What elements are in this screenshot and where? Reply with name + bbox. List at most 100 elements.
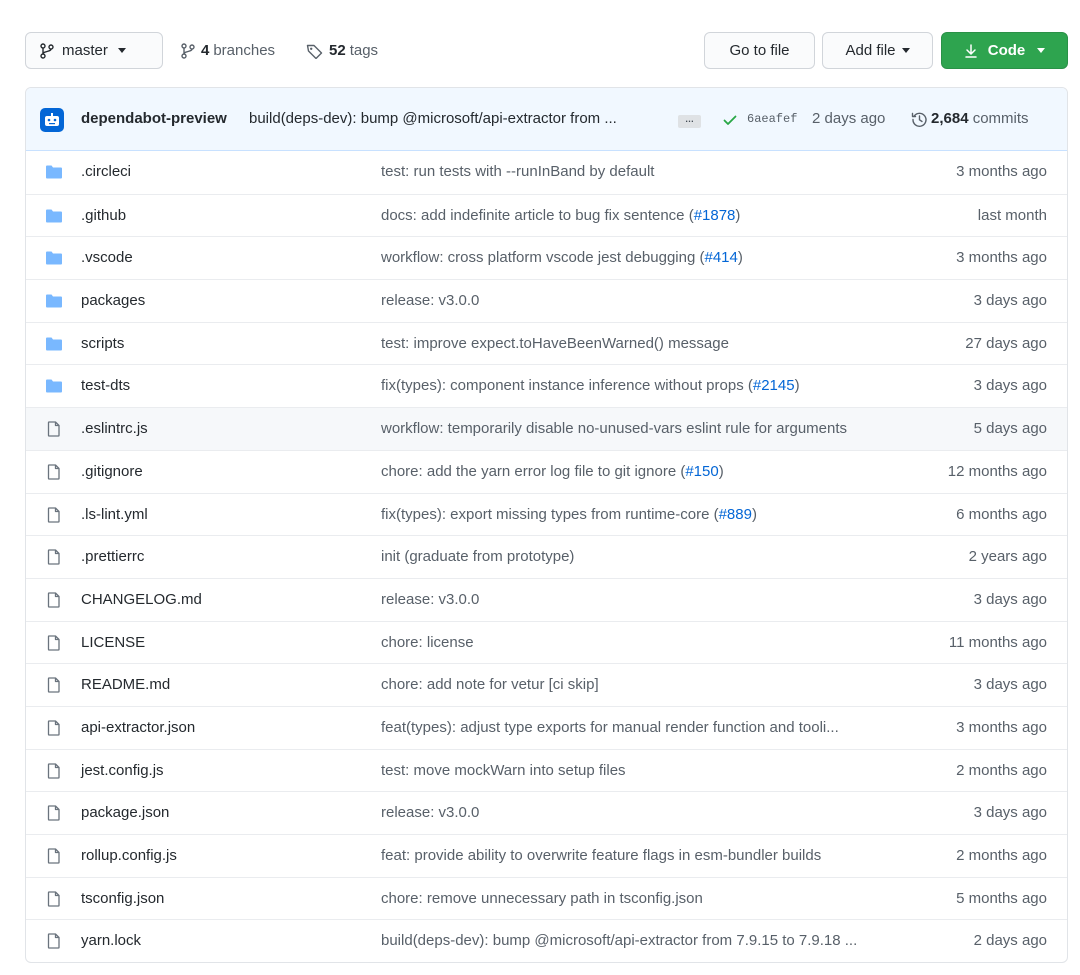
branch-select-button[interactable]: master	[25, 32, 163, 69]
file-commit-message[interactable]: build(deps-dev): bump @microsoft/api-ext…	[381, 932, 857, 949]
file-name-link[interactable]: .prettierrc	[81, 548, 144, 565]
file-commit-message[interactable]: test: run tests with --runInBand by defa…	[381, 163, 654, 180]
commit-message-text[interactable]: chore: license	[381, 634, 474, 651]
file-name-link[interactable]: test-dts	[81, 377, 130, 394]
file-commit-message[interactable]: chore: remove unnecessary path in tsconf…	[381, 890, 703, 907]
commit-message-text[interactable]: release: v3.0.0	[381, 591, 479, 608]
code-button[interactable]: Code	[941, 32, 1068, 69]
file-name-link[interactable]: rollup.config.js	[81, 847, 177, 864]
commit-sha[interactable]: 6aeafef	[747, 112, 797, 126]
file-commit-message[interactable]: workflow: cross platform vscode jest deb…	[381, 249, 743, 266]
file-commit-message[interactable]: chore: add the yarn error log file to gi…	[381, 463, 724, 480]
expand-commit-button[interactable]: …	[678, 115, 701, 128]
pull-request-link[interactable]: #889	[719, 506, 752, 523]
file-name-link[interactable]: LICENSE	[81, 634, 145, 651]
file-commit-message[interactable]: fix(types): export missing types from ru…	[381, 506, 757, 523]
commit-message-text[interactable]: test: improve expect.toHaveBeenWarned() …	[381, 335, 729, 352]
file-name-link[interactable]: scripts	[81, 335, 124, 352]
table-row[interactable]: CHANGELOG.md release: v3.0.0 3 days ago	[26, 577, 1067, 621]
file-name-link[interactable]: .github	[81, 207, 126, 224]
table-row[interactable]: yarn.lock build(deps-dev): bump @microsof…	[26, 919, 1067, 962]
table-row[interactable]: api-extractor.json feat(types): adjust ty…	[26, 705, 1067, 749]
file-name-link[interactable]: packages	[81, 292, 145, 309]
file-name-link[interactable]: tsconfig.json	[81, 890, 164, 907]
file-name-link[interactable]: .gitignore	[81, 463, 143, 480]
commit-message-text[interactable]: workflow: temporarily disable no-unused-…	[381, 420, 847, 437]
table-row[interactable]: test-dts fix(types): component instance i…	[26, 364, 1067, 407]
go-to-file-button[interactable]: Go to file	[704, 32, 815, 69]
file-name-link[interactable]: .vscode	[81, 249, 133, 266]
commit-message-text[interactable]: feat(types): adjust type exports for man…	[381, 719, 839, 736]
file-commit-message[interactable]: release: v3.0.0	[381, 591, 479, 608]
file-name-link[interactable]: .ls-lint.yml	[81, 506, 148, 523]
file-commit-message[interactable]: workflow: temporarily disable no-unused-…	[381, 420, 847, 437]
table-row[interactable]: .gitignore chore: add the yarn error log …	[26, 449, 1067, 493]
table-row[interactable]: .prettierrc init (graduate from prototype…	[26, 535, 1067, 578]
file-last-modified: 3 days ago	[973, 292, 1047, 310]
add-file-button[interactable]: Add file	[822, 32, 933, 69]
commit-message-text[interactable]: test: move mockWarn into setup files	[381, 762, 626, 779]
commit-message-suffix[interactable]: )	[795, 377, 800, 394]
commit-message-suffix[interactable]: )	[735, 207, 740, 224]
commit-message-text[interactable]: build(deps-dev): bump @microsoft/api-ext…	[381, 932, 857, 949]
table-row[interactable]: tsconfig.json chore: remove unnecessary p…	[26, 876, 1067, 920]
commit-message-text[interactable]: feat: provide ability to overwrite featu…	[381, 847, 821, 864]
branches-link[interactable]: 4 branches	[181, 32, 275, 69]
table-row[interactable]: packages release: v3.0.0 3 days ago	[26, 279, 1067, 322]
file-commit-message[interactable]: feat: provide ability to overwrite featu…	[381, 847, 821, 864]
table-row[interactable]: jest.config.js test: move mockWarn into s…	[26, 748, 1067, 792]
commit-message-text[interactable]: fix(types): component instance inference…	[381, 377, 753, 394]
commit-message[interactable]: build(deps-dev): bump @microsoft/api-ext…	[249, 110, 617, 127]
table-row[interactable]: .eslintrc.js workflow: temporarily disabl…	[26, 407, 1067, 450]
file-commit-message[interactable]: feat(types): adjust type exports for man…	[381, 719, 839, 736]
file-name-link[interactable]: package.json	[81, 804, 169, 821]
file-commit-message[interactable]: release: v3.0.0	[381, 804, 479, 821]
commit-message-suffix[interactable]: )	[719, 463, 724, 480]
pull-request-link[interactable]: #150	[685, 463, 718, 480]
commits-link[interactable]: 2,684 commits	[931, 110, 1029, 127]
commit-message-text[interactable]: chore: add the yarn error log file to gi…	[381, 463, 685, 480]
file-commit-message[interactable]: test: improve expect.toHaveBeenWarned() …	[381, 335, 729, 352]
file-name-link[interactable]: README.md	[81, 676, 170, 693]
avatar[interactable]	[40, 108, 64, 132]
commit-message-suffix[interactable]: )	[752, 506, 757, 523]
table-row[interactable]: .github docs: add indefinite article to b…	[26, 193, 1067, 237]
table-row[interactable]: scripts test: improve expect.toHaveBeenWa…	[26, 321, 1067, 365]
file-name-link[interactable]: .eslintrc.js	[81, 420, 148, 437]
file-commit-message[interactable]: test: move mockWarn into setup files	[381, 762, 626, 779]
file-name-link[interactable]: api-extractor.json	[81, 719, 195, 736]
commit-message-suffix[interactable]: )	[738, 249, 743, 266]
commit-message-text[interactable]: chore: add note for vetur [ci skip]	[381, 676, 599, 693]
table-row[interactable]: .circleci test: run tests with --runInBan…	[26, 151, 1067, 194]
pull-request-link[interactable]: #2145	[753, 377, 795, 394]
table-row[interactable]: .vscode workflow: cross platform vscode j…	[26, 236, 1067, 279]
table-row[interactable]: LICENSE chore: license 11 months ago	[26, 620, 1067, 664]
commit-message-text[interactable]: init (graduate from prototype)	[381, 548, 574, 565]
file-commit-message[interactable]: chore: license	[381, 634, 474, 651]
file-commit-message[interactable]: init (graduate from prototype)	[381, 548, 574, 565]
commit-author[interactable]: dependabot-preview	[81, 110, 227, 127]
file-name-link[interactable]: yarn.lock	[81, 932, 141, 949]
file-name-link[interactable]: .circleci	[81, 163, 131, 180]
commit-message-text[interactable]: docs: add indefinite article to bug fix …	[381, 207, 694, 224]
pull-request-link[interactable]: #414	[704, 249, 737, 266]
commit-message-text[interactable]: test: run tests with --runInBand by defa…	[381, 163, 654, 180]
commit-message-text[interactable]: workflow: cross platform vscode jest deb…	[381, 249, 704, 266]
table-row[interactable]: README.md chore: add note for vetur [ci s…	[26, 663, 1067, 706]
commit-message-text[interactable]: release: v3.0.0	[381, 292, 479, 309]
file-name-link[interactable]: CHANGELOG.md	[81, 591, 202, 608]
commit-message-text[interactable]: fix(types): export missing types from ru…	[381, 506, 719, 523]
table-row[interactable]: .ls-lint.yml fix(types): export missing t…	[26, 492, 1067, 536]
file-name-link[interactable]: jest.config.js	[81, 762, 164, 779]
commit-message-text[interactable]: release: v3.0.0	[381, 804, 479, 821]
table-row[interactable]: package.json release: v3.0.0 3 days ago	[26, 791, 1067, 834]
pull-request-link[interactable]: #1878	[694, 207, 736, 224]
file-commit-message[interactable]: release: v3.0.0	[381, 292, 479, 309]
file-commit-message[interactable]: chore: add note for vetur [ci skip]	[381, 676, 599, 693]
table-row[interactable]: rollup.config.js feat: provide ability to…	[26, 834, 1067, 877]
tags-link[interactable]: 52 tags	[306, 32, 378, 69]
file-commit-message[interactable]: fix(types): component instance inference…	[381, 377, 800, 394]
file-commit-message[interactable]: docs: add indefinite article to bug fix …	[381, 207, 740, 224]
commit-message-text[interactable]: chore: remove unnecessary path in tsconf…	[381, 890, 703, 907]
check-icon[interactable]	[722, 112, 738, 128]
